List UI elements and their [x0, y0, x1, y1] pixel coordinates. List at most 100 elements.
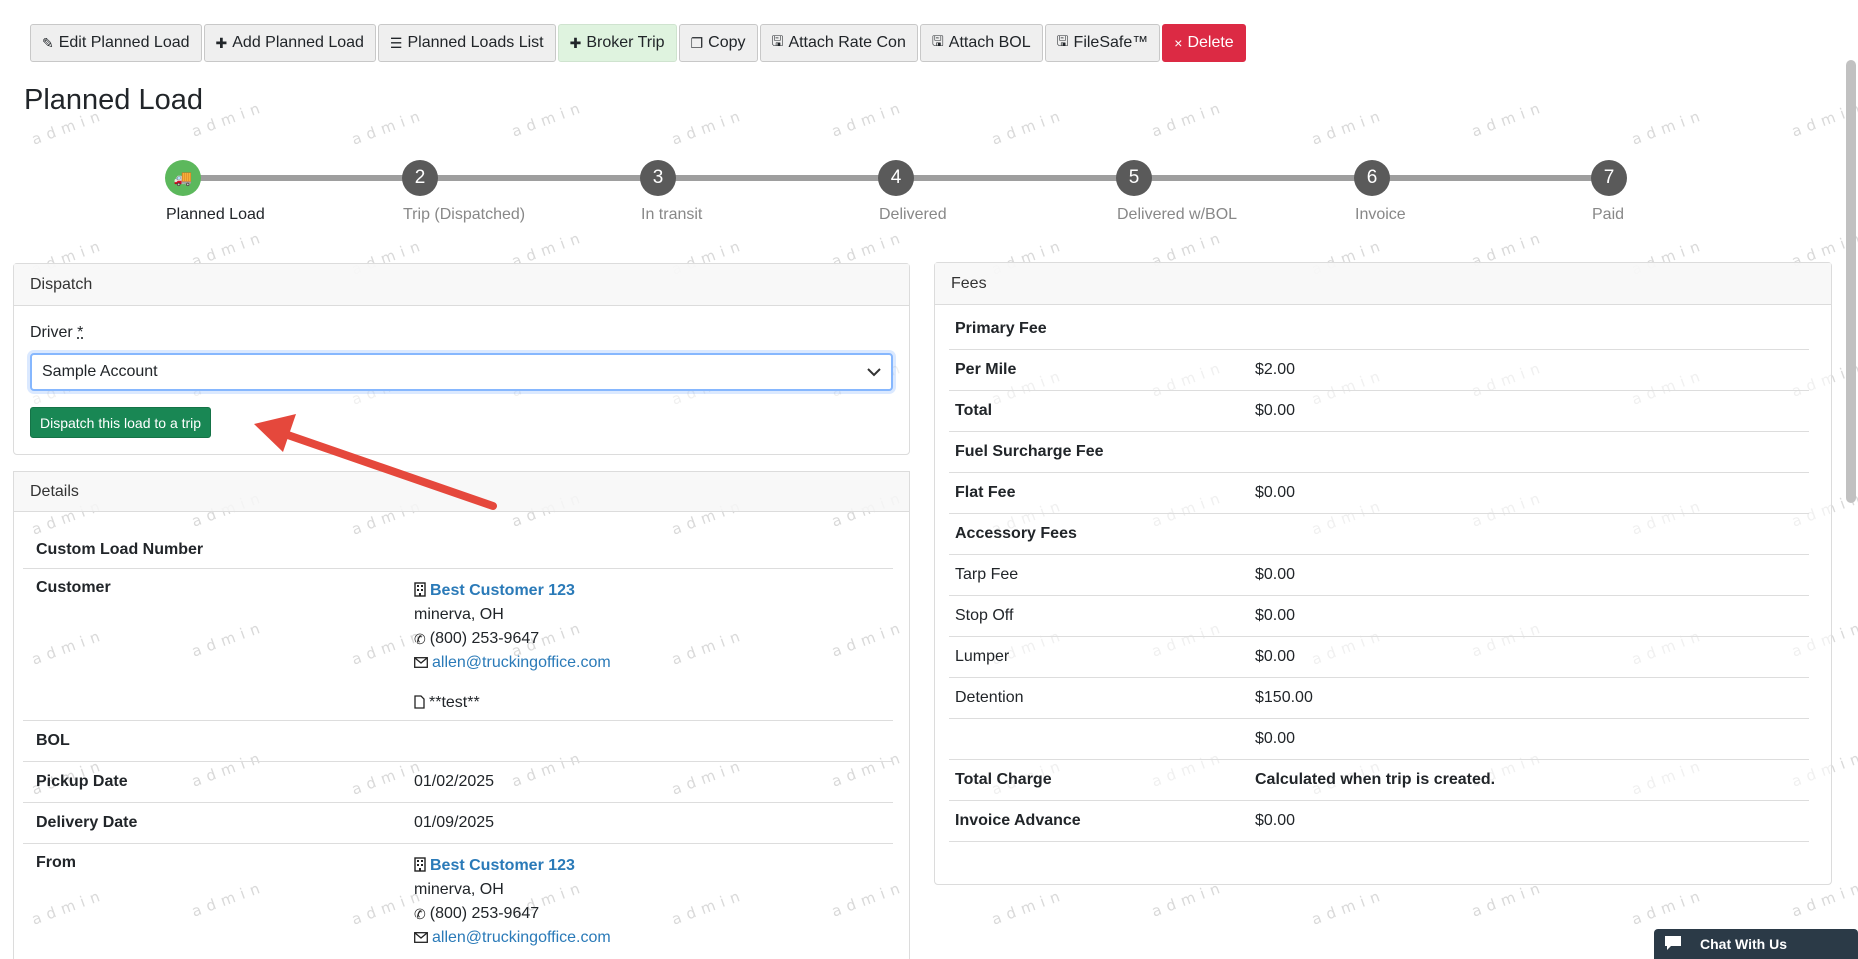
from-email-link[interactable]: allen@truckingoffice.com — [432, 929, 611, 947]
fee-label: Accessory Fees — [955, 525, 1077, 542]
pencil-icon: ✎ — [42, 34, 54, 51]
table-row: Delivery Date 01/09/2025 — [23, 803, 893, 844]
driver-label: Driver * — [30, 324, 83, 342]
customer-email-link[interactable]: allen@truckingoffice.com — [432, 654, 611, 672]
fee-value: $150.00 — [1255, 689, 1313, 706]
table-row: Customer Best Customer 123 minerva, OH ✆… — [23, 569, 893, 721]
from-value: Best Customer 123 minerva, OH ✆ (800) 25… — [414, 854, 893, 959]
watermark-text: admin — [1309, 105, 1388, 149]
step-3-circle: 3 — [640, 160, 676, 196]
fee-value: $0.00 — [1255, 812, 1296, 829]
fee-row: Stop Off $0.00 — [949, 596, 1809, 637]
fee-label: Flat Fee — [955, 484, 1016, 501]
fee-row: Total $0.00 — [949, 391, 1809, 432]
from-email-line: allen@truckingoffice.com — [414, 926, 893, 950]
save-icon: 🖫 — [931, 33, 944, 49]
fee-value: $0.00 — [1255, 648, 1296, 665]
plus-icon: ✚ — [569, 34, 582, 51]
chat-label: Chat With Us — [1700, 936, 1787, 952]
page-title: Planned Load — [24, 84, 203, 116]
add-planned-load-label: Add Planned Load — [232, 34, 364, 51]
attach-bol-button[interactable]: 🖫 Attach BOL — [919, 24, 1043, 62]
envelope-icon — [414, 655, 428, 671]
watermark-text: admin — [1629, 105, 1708, 149]
fee-row: Primary Fee — [949, 309, 1809, 350]
page-scrollbar[interactable] — [1846, 60, 1856, 503]
file-icon — [414, 694, 425, 712]
customer-city: minerva, OH — [414, 606, 504, 623]
step-1-circle: 🚚 — [165, 160, 201, 196]
attach-rate-con-button[interactable]: 🖫 Attach Rate Con — [759, 24, 918, 62]
customer-note: **test** — [429, 694, 480, 711]
customer-name-link[interactable]: Best Customer 123 — [430, 582, 575, 600]
step-2-circle: 2 — [402, 160, 438, 196]
customer-value: Best Customer 123 minerva, OH ✆ (800) 25… — [414, 579, 893, 720]
fee-row: Invoice Advance $0.00 — [949, 801, 1809, 842]
from-phone-line: ✆ (800) 253-9647 — [414, 902, 893, 926]
watermark-text: admin — [1309, 885, 1388, 929]
planned-loads-list-button[interactable]: ☰ Planned Loads List — [377, 24, 556, 62]
fee-label: Tarp Fee — [955, 566, 1019, 583]
watermark-text: admin — [1629, 885, 1708, 929]
dispatch-load-button[interactable]: Dispatch this load to a trip — [30, 407, 212, 438]
delete-label: Delete — [1187, 34, 1234, 51]
broker-trip-button[interactable]: ✚ Broker Trip — [557, 24, 677, 62]
step-4-label: Delivered — [879, 206, 947, 223]
fee-row: Lumper $0.00 — [949, 637, 1809, 678]
step-3-label: In transit — [641, 206, 703, 223]
step-5-label: Delivered w/BOL — [1117, 206, 1238, 223]
fee-row: Fuel Surcharge Fee — [949, 432, 1809, 473]
customer-note-line: **test** — [414, 691, 893, 715]
save-icon: 🖫 — [771, 33, 784, 49]
bol-label: BOL — [36, 732, 70, 749]
envelope-icon — [414, 930, 428, 946]
chevron-down-icon — [867, 364, 881, 380]
fee-value: $2.00 — [1255, 361, 1296, 378]
from-city: minerva, OH — [414, 881, 504, 898]
required-mark: * — [77, 324, 84, 341]
chat-widget-button[interactable]: Chat With Us — [1654, 929, 1858, 959]
copy-icon: ❐ — [690, 34, 704, 51]
copy-label: Copy — [708, 34, 746, 51]
fee-value: $0.00 — [1255, 484, 1296, 501]
customer-label: Customer — [36, 579, 111, 596]
customer-name-line: Best Customer 123 — [414, 579, 893, 603]
attach-rate-con-label: Attach Rate Con — [788, 34, 906, 51]
add-planned-load-button[interactable]: ✚ Add Planned Load — [203, 24, 376, 62]
step-5-circle: 5 — [1116, 160, 1152, 196]
fees-panel: Fees Primary Fee Per Mile $2.00 Total $0.00 F… — [934, 262, 1832, 885]
dispatch-panel: Dispatch Driver * Sample Account Dispatc… — [13, 263, 910, 455]
close-icon: × — [1174, 35, 1183, 51]
edit-planned-load-button[interactable]: ✎ Edit Planned Load — [30, 24, 202, 62]
fee-label: Total — [955, 402, 993, 419]
delivery-date-value: 01/09/2025 — [414, 814, 495, 831]
fee-value: $0.00 — [1255, 402, 1296, 419]
customer-phone-line: ✆ (800) 253-9647 — [414, 627, 893, 651]
fee-row: Flat Fee $0.00 — [949, 473, 1809, 514]
fee-label: Lumper — [955, 648, 1010, 665]
building-icon — [414, 857, 426, 875]
driver-label-text: Driver — [30, 324, 73, 341]
fee-row: Detention $150.00 — [949, 678, 1809, 719]
delete-button[interactable]: × Delete — [1162, 24, 1246, 62]
from-name-line: Best Customer 123 — [414, 854, 893, 878]
pickup-date-label: Pickup Date — [36, 773, 128, 790]
chat-icon — [1664, 935, 1682, 954]
step-7-circle: 7 — [1591, 160, 1627, 196]
driver-select[interactable]: Sample Account — [30, 353, 893, 391]
copy-button[interactable]: ❐ Copy — [678, 24, 758, 62]
watermark-text: admin — [829, 97, 908, 141]
plus-icon: ✚ — [215, 34, 228, 51]
step-1-label: Planned Load — [166, 206, 265, 223]
watermark-text: admin — [349, 105, 428, 149]
phone-icon: ✆ — [414, 630, 426, 647]
fee-value: $0.00 — [1255, 730, 1296, 747]
filesafe-button[interactable]: 🖫 FileSafe™ — [1044, 24, 1161, 62]
fee-value: Calculated when trip is created. — [1255, 771, 1496, 788]
from-name-link[interactable]: Best Customer 123 — [430, 857, 575, 875]
fee-row: Per Mile $2.00 — [949, 350, 1809, 391]
fee-label: Detention — [955, 689, 1024, 706]
save-icon: 🖫 — [1056, 33, 1069, 49]
toolbar: ✎ Edit Planned Load ✚ Add Planned Load ☰… — [30, 24, 1246, 62]
fees-panel-title: Fees — [935, 263, 1831, 305]
